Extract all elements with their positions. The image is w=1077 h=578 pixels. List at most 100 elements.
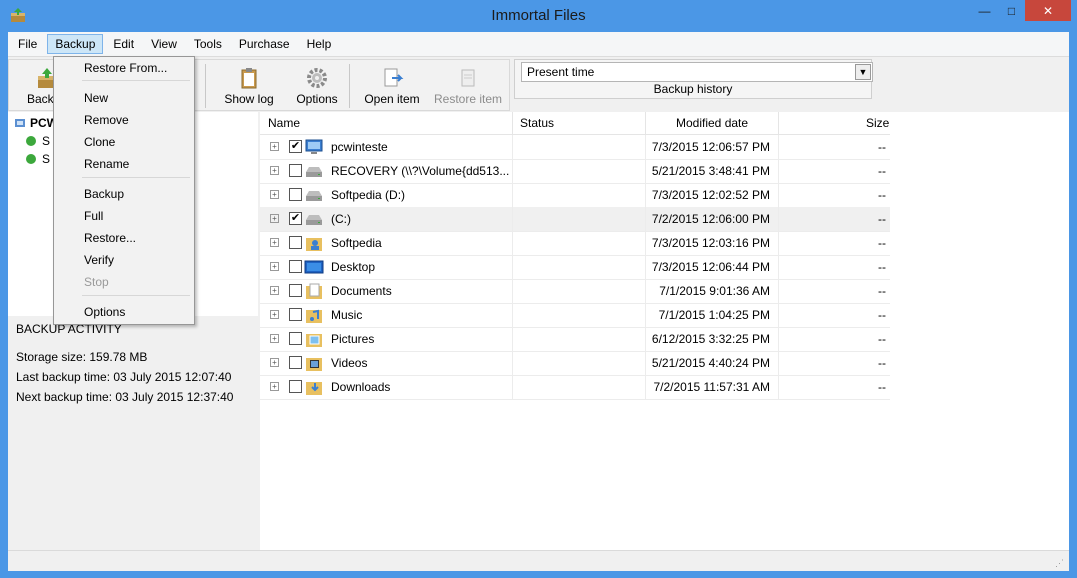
expand-icon[interactable]: + bbox=[270, 190, 279, 199]
menu-full[interactable]: Full bbox=[84, 209, 103, 223]
table-row[interactable]: + Videos 5/21/2015 4:40:24 PM -- bbox=[260, 351, 890, 376]
expand-icon[interactable]: + bbox=[270, 382, 279, 391]
computer-icon bbox=[305, 139, 323, 154]
row-checkbox[interactable] bbox=[289, 308, 302, 321]
row-checkbox[interactable] bbox=[289, 284, 302, 297]
modified-date: 7/2/2015 12:06:00 PM bbox=[651, 212, 770, 226]
column-divider[interactable] bbox=[512, 112, 513, 134]
expand-icon[interactable]: + bbox=[270, 310, 279, 319]
expand-icon[interactable]: + bbox=[270, 262, 279, 271]
tree-root[interactable]: PCW bbox=[14, 114, 58, 132]
row-checkbox[interactable]: ✔ bbox=[289, 212, 302, 225]
menu-separator bbox=[82, 295, 190, 296]
chevron-down-icon[interactable]: ▼ bbox=[855, 64, 871, 80]
tree-item-label: S bbox=[42, 134, 51, 148]
table-row[interactable]: + ✔ pcwinteste 7/3/2015 12:06:57 PM -- bbox=[260, 135, 890, 160]
row-checkbox[interactable]: ✔ bbox=[289, 140, 302, 153]
row-checkbox[interactable] bbox=[289, 164, 302, 177]
show-log-button[interactable]: Show log bbox=[221, 62, 277, 108]
row-checkbox[interactable] bbox=[289, 380, 302, 393]
row-checkbox[interactable] bbox=[289, 188, 302, 201]
column-divider bbox=[645, 255, 646, 279]
open-item-button[interactable]: Open item bbox=[359, 62, 425, 108]
videos-folder-icon bbox=[306, 358, 322, 371]
table-row[interactable]: + ✔ (C:) 7/2/2015 12:06:00 PM -- bbox=[260, 207, 890, 232]
restore-icon bbox=[461, 69, 475, 87]
toolbar-separator bbox=[349, 64, 350, 108]
modified-date: 5/21/2015 3:48:41 PM bbox=[651, 164, 770, 178]
table-row[interactable]: + Downloads 7/2/2015 11:57:31 AM -- bbox=[260, 375, 890, 400]
close-button[interactable]: ✕ bbox=[1025, 0, 1071, 21]
menu-purchase[interactable]: Purchase bbox=[232, 34, 297, 54]
file-size: -- bbox=[878, 188, 886, 202]
menu-file[interactable]: File bbox=[11, 34, 44, 54]
menu-remove[interactable]: Remove bbox=[84, 113, 129, 127]
column-divider bbox=[512, 159, 513, 183]
title-bar[interactable]: Immortal Files — □ ✕ bbox=[0, 0, 1077, 32]
toolbar-separator bbox=[205, 64, 206, 108]
row-checkbox[interactable] bbox=[289, 332, 302, 345]
modified-date: 7/3/2015 12:02:52 PM bbox=[651, 188, 770, 202]
column-divider bbox=[778, 207, 779, 231]
column-divider[interactable] bbox=[645, 112, 646, 134]
file-name: pcwinteste bbox=[331, 140, 388, 154]
menu-verify[interactable]: Verify bbox=[84, 253, 114, 267]
table-row[interactable]: + Softpedia 7/3/2015 12:03:16 PM -- bbox=[260, 231, 890, 256]
row-checkbox[interactable] bbox=[289, 260, 302, 273]
menu-restore[interactable]: Restore... bbox=[84, 231, 136, 245]
resize-grip-icon[interactable]: ⋰ bbox=[1055, 558, 1065, 568]
downloads-folder-icon bbox=[306, 382, 322, 395]
expand-icon[interactable]: + bbox=[270, 238, 279, 247]
file-size: -- bbox=[878, 332, 886, 346]
expand-icon[interactable]: + bbox=[270, 358, 279, 367]
menu-help[interactable]: Help bbox=[300, 34, 339, 54]
expand-icon[interactable]: + bbox=[270, 334, 279, 343]
modified-date: 7/1/2015 9:01:36 AM bbox=[659, 284, 770, 298]
expand-icon[interactable]: + bbox=[270, 214, 279, 223]
table-row[interactable]: + Documents 7/1/2015 9:01:36 AM -- bbox=[260, 279, 890, 304]
clipboard-icon bbox=[241, 68, 257, 89]
table-row[interactable]: + Softpedia (D:) 7/3/2015 12:02:52 PM -- bbox=[260, 183, 890, 208]
table-row[interactable]: + RECOVERY (\\?\Volume{dd513... 5/21/2015 … bbox=[260, 159, 890, 184]
table-row[interactable]: + Pictures 6/12/2015 3:32:25 PM -- bbox=[260, 327, 890, 352]
row-checkbox[interactable] bbox=[289, 356, 302, 369]
column-divider bbox=[645, 159, 646, 183]
menu-rename[interactable]: Rename bbox=[84, 157, 129, 171]
column-divider bbox=[645, 135, 646, 159]
menu-clone[interactable]: Clone bbox=[84, 135, 115, 149]
column-divider bbox=[645, 207, 646, 231]
column-status[interactable]: Status bbox=[520, 116, 554, 130]
options-button[interactable]: Options bbox=[289, 62, 345, 108]
menu-edit[interactable]: Edit bbox=[106, 34, 141, 54]
menu-backup[interactable]: Backup bbox=[47, 34, 104, 54]
expand-icon[interactable]: + bbox=[270, 166, 279, 175]
column-size[interactable]: Size bbox=[866, 116, 889, 130]
minimize-button[interactable]: — bbox=[971, 0, 998, 21]
table-row[interactable]: + Desktop 7/3/2015 12:06:44 PM -- bbox=[260, 255, 890, 280]
backup-menu-dropdown: Restore From... New Remove Clone Rename … bbox=[53, 56, 195, 325]
open-document-icon bbox=[384, 68, 404, 87]
column-divider bbox=[778, 303, 779, 327]
menu-backup-now[interactable]: Backup bbox=[84, 187, 124, 201]
column-name[interactable]: Name bbox=[268, 116, 300, 130]
menu-new[interactable]: New bbox=[84, 91, 108, 105]
column-modified[interactable]: Modified date bbox=[676, 116, 748, 130]
menu-restore-from[interactable]: Restore From... bbox=[84, 61, 167, 75]
drive-icon bbox=[306, 167, 322, 177]
table-row[interactable]: + Music 7/1/2015 1:04:25 PM -- bbox=[260, 303, 890, 328]
file-name: Softpedia (D:) bbox=[331, 188, 406, 202]
expand-icon[interactable]: + bbox=[270, 286, 279, 295]
history-select[interactable]: Present time ▼ bbox=[521, 62, 873, 82]
tree-item[interactable]: S bbox=[26, 132, 50, 150]
menu-tools[interactable]: Tools bbox=[187, 34, 229, 54]
tree-item[interactable]: S bbox=[26, 150, 50, 168]
column-divider bbox=[512, 183, 513, 207]
restore-item-button[interactable]: Restore item bbox=[433, 62, 503, 108]
pictures-folder-icon bbox=[306, 334, 322, 347]
expand-icon[interactable]: + bbox=[270, 142, 279, 151]
column-divider[interactable] bbox=[778, 112, 779, 134]
menu-view[interactable]: View bbox=[144, 34, 184, 54]
row-checkbox[interactable] bbox=[289, 236, 302, 249]
menu-options[interactable]: Options bbox=[84, 305, 125, 319]
maximize-button[interactable]: □ bbox=[998, 0, 1025, 21]
